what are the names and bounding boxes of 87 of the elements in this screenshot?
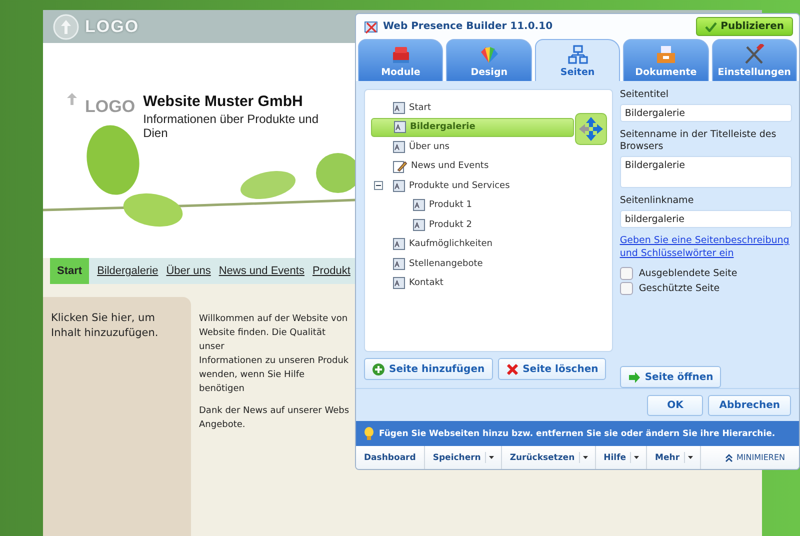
field-label: Seitenname in der Titelleiste des Browsers: [620, 129, 778, 153]
minimize-button[interactable]: MINIMIEREN: [721, 446, 799, 469]
paragraph-line: Willkommen auf der Website von: [199, 313, 349, 326]
page-action-button[interactable]: Seite öffnen: [620, 366, 722, 388]
tree-item[interactable]: Start: [371, 98, 606, 118]
tree-item[interactable]: Über uns: [371, 137, 606, 156]
dropdown-button[interactable]: [684, 452, 696, 463]
plus-circle-icon: [372, 362, 385, 376]
toolbar-button[interactable]: Hilfe: [600, 446, 630, 469]
arrow-circle-icon: [53, 14, 79, 40]
page-action-button[interactable]: Seite hinzufügen: [364, 358, 493, 380]
paragraph-line: Dank der News auf unserer Webs: [199, 405, 349, 418]
toolbar-button[interactable]: Zurücksetzen: [506, 446, 579, 469]
input-field[interactable]: bildergalerie: [620, 210, 792, 228]
checkmark-icon: [704, 22, 717, 32]
paragraph-line: Informationen zu unseren Produk: [199, 355, 349, 368]
toolbar-button[interactable]: Mehr: [651, 446, 684, 469]
lightbulb-icon: [364, 426, 374, 440]
toolbar-button[interactable]: Dashboard: [360, 446, 420, 469]
hammer-wrench-icon: [743, 44, 766, 65]
page-icon: [413, 199, 425, 212]
hint-text: Fügen Sie Webseiten hinzu bzw. entfernen Sie sie oder ändern Sie ihre Hierarchie.: [379, 428, 776, 438]
input-field[interactable]: Bildergalerie: [620, 104, 792, 122]
caret-icon: [688, 456, 693, 459]
checkbox-label: Ausgeblendete Seite: [638, 268, 738, 279]
nav-link[interactable]: News und Events: [218, 258, 304, 284]
page-action-button[interactable]: Seite löschen: [498, 358, 606, 380]
tab[interactable]: Seiten: [534, 39, 620, 81]
field-label: Seitentitel: [620, 89, 668, 101]
page-icon: [393, 277, 405, 290]
tab[interactable]: Design: [446, 39, 532, 81]
right-arrow-icon: [628, 370, 641, 384]
checkbox[interactable]: [620, 267, 633, 280]
window-title: Web Presence Builder 11.0.10: [383, 21, 554, 32]
up-arrow-icon: [67, 93, 77, 105]
collapse-icon[interactable]: [374, 181, 383, 190]
tree-item[interactable]: News und Events: [371, 156, 606, 176]
dialog-button[interactable]: Abbrechen: [708, 394, 791, 416]
page-icon: [393, 140, 405, 153]
tab[interactable]: Module: [358, 39, 444, 81]
dropdown-button[interactable]: [578, 452, 591, 463]
tree-item[interactable]: Produkte und Services: [371, 176, 606, 196]
tree-item[interactable]: Kontakt: [371, 274, 606, 293]
publish-button[interactable]: Publizieren: [696, 17, 793, 36]
tree-item[interactable]: Kaufmöglichkeiten: [371, 234, 606, 254]
cross-icon: [506, 362, 519, 376]
color-swatches-icon: [478, 44, 500, 65]
nav-link[interactable]: Produkt: [312, 258, 350, 284]
page-icon: [393, 258, 405, 270]
checkbox-label: Geschützte Seite: [638, 283, 720, 294]
move-arrows-icon[interactable]: [574, 112, 607, 144]
tree-item[interactable]: Produkt 2: [371, 215, 606, 234]
box-icon: [654, 44, 677, 65]
checkbox[interactable]: [620, 282, 633, 295]
sitemap-icon: [566, 44, 589, 65]
page-icon: [394, 121, 406, 134]
caret-icon: [488, 456, 494, 459]
page-pencil-icon: [393, 160, 407, 173]
dialog-button[interactable]: OK: [647, 394, 704, 416]
site-subtitle: Informationen über Produkte und Dien: [143, 112, 320, 140]
placeholder-text: Klicken Sie hier, um Inhalt hinzuzufügen.: [51, 311, 160, 341]
nav-link[interactable]: Bildergalerie: [97, 258, 158, 284]
nav-link[interactable]: Über uns: [166, 258, 211, 284]
page-icon: [393, 238, 405, 250]
dropdown-button[interactable]: [484, 452, 497, 463]
field-label: Seitenlinkname: [620, 195, 694, 207]
tab[interactable]: Dokumente: [623, 39, 709, 81]
app-icon: [364, 20, 378, 34]
page-icon: [393, 180, 405, 192]
page-icon: [393, 102, 405, 114]
tree-item[interactable]: Produkt 1: [371, 196, 606, 215]
paragraph-line: wenden, wenn Sie Hilfe benötigen: [199, 369, 306, 396]
caret-icon: [634, 456, 640, 459]
nav-link[interactable]: Start: [50, 258, 90, 284]
logo-text: LOGO: [85, 97, 136, 117]
paragraph-line: Website finden. Die Qualität unser: [199, 327, 326, 354]
site-title: Website Muster GmbH: [143, 93, 304, 110]
caret-icon: [582, 456, 588, 459]
text-area[interactable]: Bildergalerie: [620, 156, 792, 188]
double-chevron-icon: [725, 454, 734, 462]
toolbar-button[interactable]: Speichern: [428, 446, 485, 469]
description-link[interactable]: Geben Sie eine Seitenbeschreibung und Schlüsselwörter ein: [620, 234, 792, 260]
tab[interactable]: Einstellungen: [712, 39, 798, 81]
logo-text: LOGO: [85, 16, 140, 36]
paragraph-line: Angebote.: [199, 419, 246, 432]
page-icon: [413, 218, 425, 231]
tree-item[interactable]: Stellenangebote: [371, 254, 606, 274]
